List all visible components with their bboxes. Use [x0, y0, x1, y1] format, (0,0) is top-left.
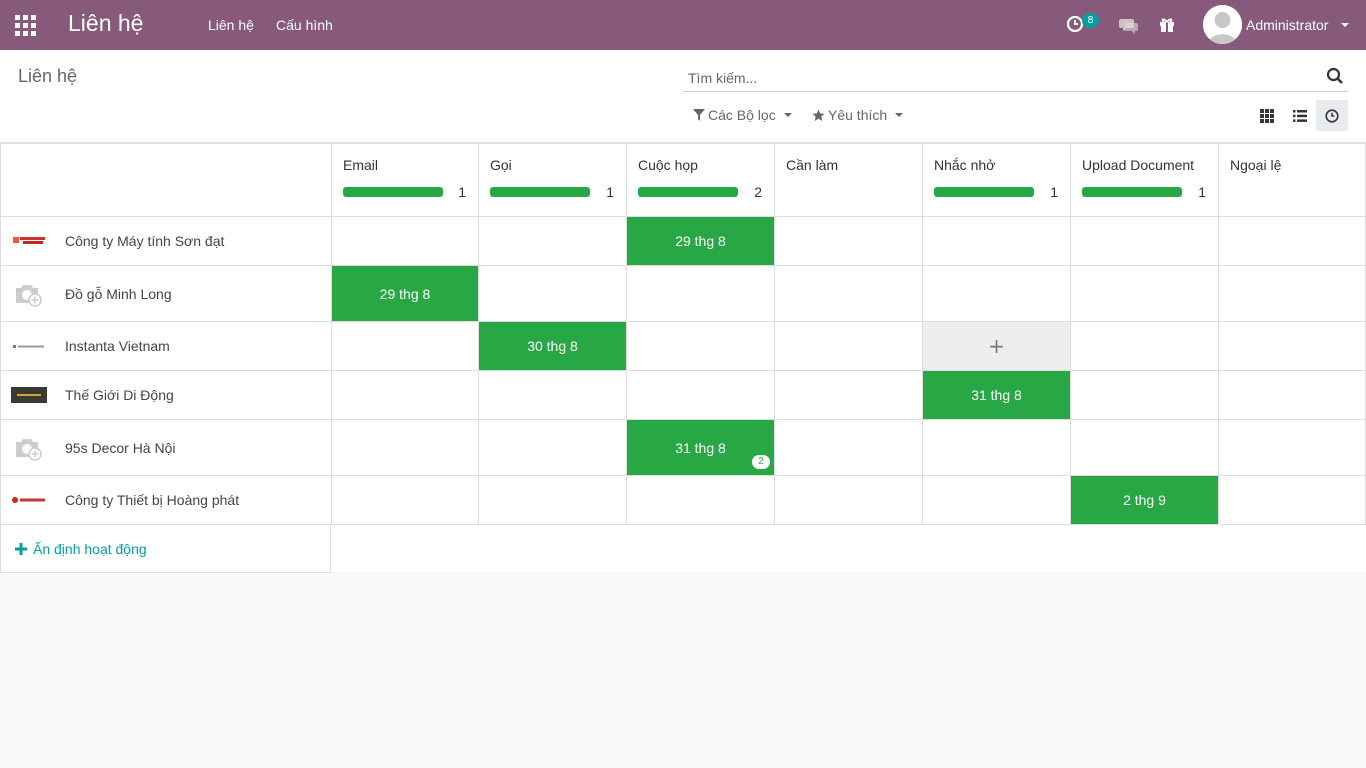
schedule-activity-button[interactable]: Ấn định hoạt động	[0, 525, 331, 573]
list-icon	[1293, 109, 1307, 122]
column-header-meeting: Cuộc họp 2	[626, 144, 774, 216]
partner-cell[interactable]: Thế Giới Di Động	[0, 371, 331, 419]
activity-count-badge: 8	[1082, 13, 1099, 28]
column-count: 1	[1050, 184, 1058, 200]
table-row: 95s Decor Hà Nội 31 thg 8 2	[0, 420, 1366, 476]
search-icon[interactable]	[1326, 67, 1344, 85]
activity-count-badge: 2	[752, 455, 770, 469]
user-caret-icon	[1341, 23, 1349, 27]
partner-name: Instanta Vietnam	[65, 338, 170, 354]
hoangphat-logo	[12, 497, 45, 503]
table-row: Instanta Vietnam 30 thg 8 +	[0, 322, 1366, 371]
app-brand: Liên hệ	[68, 10, 144, 36]
column-title: Cuộc họp	[638, 157, 698, 173]
column-title: Cần làm	[786, 157, 839, 173]
camera-placeholder-icon	[16, 284, 42, 307]
column-title: Email	[343, 157, 379, 173]
filters-caret-icon	[783, 113, 792, 117]
top-navbar: Liên hệ Liên hệ Cấu hình 8 Administrator	[0, 0, 1366, 50]
menu-item-contacts[interactable]: Liên hệ	[208, 17, 254, 33]
table-row: Thế Giới Di Động 31 thg 8	[0, 371, 1366, 420]
column-header-upload-document: Upload Document 1	[1070, 144, 1218, 216]
schedule-activity-label: Ấn định hoạt động	[33, 540, 147, 557]
partner-cell[interactable]: Instanta Vietnam	[0, 322, 331, 370]
favorites-label: Yêu thích	[828, 107, 888, 123]
grid-header-row: Email 1 Gọi 1 Cuộc họp 2 Cần làm Nhắc nh…	[0, 143, 1366, 217]
gift-icon[interactable]	[1156, 14, 1178, 36]
breadcrumb: Liên hệ	[18, 66, 78, 86]
user-avatar[interactable]	[1203, 5, 1242, 44]
plus-icon	[15, 542, 27, 555]
column-title: Gọi	[490, 157, 512, 173]
messaging-icon[interactable]	[1118, 14, 1140, 36]
column-header-email: Email 1	[331, 144, 478, 216]
column-title: Ngoại lệ	[1230, 157, 1282, 173]
column-header-exception: Ngoại lệ	[1218, 144, 1366, 216]
table-row: Đồ gỗ Minh Long 29 thg 8	[0, 266, 1366, 322]
partner-cell[interactable]: Đồ gỗ Minh Long	[0, 266, 331, 321]
header-blank-cell	[0, 144, 331, 216]
activity-cell[interactable]: 31 thg 8	[923, 371, 1070, 419]
control-panel: Liên hệ Các Bộ lọc Yêu thích	[0, 50, 1366, 143]
schedule-activity-plus-button[interactable]: +	[923, 322, 1070, 370]
user-name[interactable]: Administrator	[1246, 17, 1328, 33]
activity-cell[interactable]: 29 thg 8	[627, 217, 774, 265]
partner-cell[interactable]: 95s Decor Hà Nội	[0, 420, 331, 475]
filters-label: Các Bộ lọc	[708, 107, 776, 123]
table-row: Công ty Thiết bị Hoàng phát 2 thg 9	[0, 476, 1366, 525]
search-input[interactable]	[683, 65, 1313, 91]
column-header-reminder: Nhắc nhở 1	[922, 144, 1070, 216]
tgdd-logo	[11, 387, 47, 403]
column-progress-bar	[490, 187, 590, 197]
partner-name: 95s Decor Hà Nội	[65, 439, 176, 456]
partner-name: Công ty Thiết bị Hoàng phát	[65, 492, 240, 508]
favorites-caret-icon	[895, 113, 904, 117]
column-progress-bar	[934, 187, 1034, 197]
column-title: Upload Document	[1082, 157, 1195, 173]
partner-name: Công ty Máy tính Sơn đạt	[65, 233, 225, 249]
column-count: 1	[458, 184, 466, 200]
search-box	[683, 65, 1348, 92]
filter-icon	[693, 109, 705, 121]
column-header-todo: Cần làm	[774, 144, 922, 216]
column-progress-bar	[1082, 187, 1182, 197]
kanban-grid-icon	[1260, 108, 1274, 123]
filters-button[interactable]: Các Bộ lọc	[693, 107, 792, 123]
camera-placeholder-icon	[16, 438, 42, 461]
partner-cell[interactable]: Công ty Thiết bị Hoàng phát	[0, 476, 331, 524]
activity-cell[interactable]: 30 thg 8	[479, 322, 626, 370]
partner-cell[interactable]: Công ty Máy tính Sơn đạt	[0, 217, 331, 265]
activity-view-button[interactable]	[1316, 100, 1348, 131]
list-view-button[interactable]	[1284, 100, 1316, 131]
your-logo	[13, 345, 44, 348]
activity-grid: Email 1 Gọi 1 Cuộc họp 2 Cần làm Nhắc nh…	[0, 143, 1366, 573]
column-progress-bar	[343, 187, 443, 197]
kanban-view-button[interactable]	[1251, 100, 1283, 131]
activity-cell[interactable]: 31 thg 8 2	[627, 420, 774, 475]
activity-date: 31 thg 8	[675, 439, 726, 456]
table-row: Công ty Máy tính Sơn đạt 29 thg 8	[0, 217, 1366, 266]
star-icon	[812, 109, 825, 121]
column-title: Nhắc nhở	[934, 157, 996, 173]
column-progress-bar	[638, 187, 738, 197]
favorites-button[interactable]: Yêu thích	[812, 107, 904, 123]
column-header-call: Gọi 1	[478, 144, 626, 216]
column-count: 1	[1198, 184, 1206, 200]
column-count: 2	[754, 184, 762, 200]
partner-name: Đồ gỗ Minh Long	[65, 285, 172, 302]
grid-footer: Ấn định hoạt động	[0, 524, 1366, 573]
partner-name: Thế Giới Di Động	[65, 387, 174, 403]
activity-cell[interactable]: 2 thg 9	[1071, 476, 1218, 524]
column-count: 1	[606, 184, 614, 200]
apps-menu-icon[interactable]	[15, 15, 36, 36]
clock-icon	[1325, 108, 1339, 123]
sondat-logo	[13, 237, 45, 244]
menu-item-configuration[interactable]: Cấu hình	[276, 17, 333, 33]
activity-cell[interactable]: 29 thg 8	[332, 266, 478, 321]
